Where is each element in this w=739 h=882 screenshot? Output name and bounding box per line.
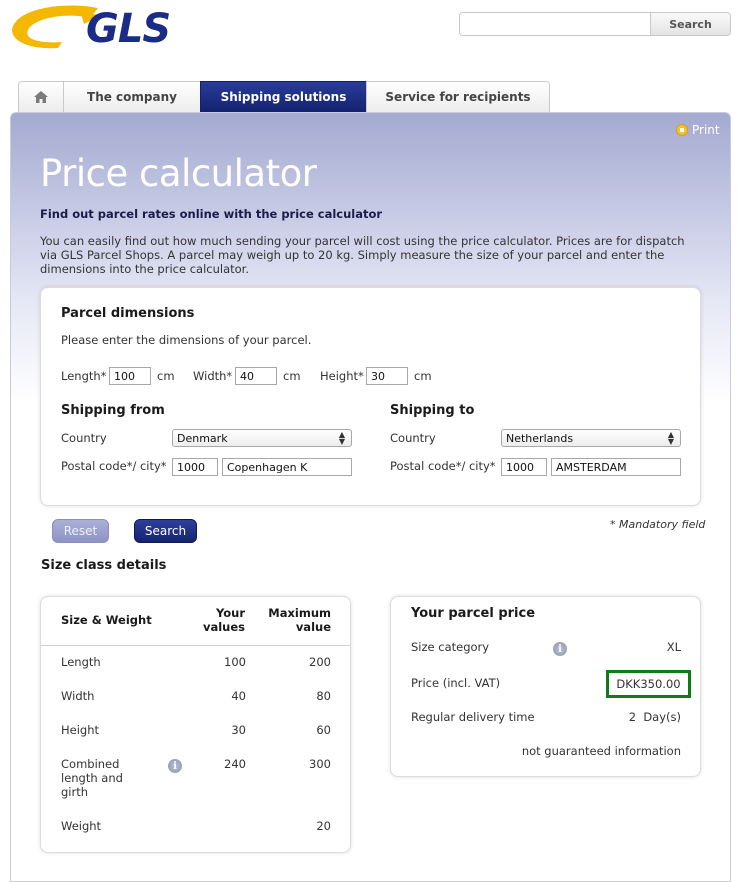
combined-line2: length and xyxy=(61,771,123,785)
intro-text: You can easily find out how much sending… xyxy=(40,234,685,276)
shipping-from-heading: Shipping from xyxy=(61,403,165,418)
row-width-max: 80 xyxy=(316,689,331,703)
site-search: Search xyxy=(459,12,731,36)
row-combined-value: 240 xyxy=(224,757,246,771)
gls-logo-text: GLS xyxy=(86,6,171,52)
size-category-value: XL xyxy=(666,640,681,654)
header-max-line2: value xyxy=(295,620,331,634)
to-postal-input[interactable]: 1000 xyxy=(501,458,547,476)
from-postal-label: Postal code*/ city* xyxy=(61,459,167,473)
table-header-your-values: Your values xyxy=(195,606,245,634)
print-link[interactable]: Print xyxy=(676,123,720,137)
nav-shipping-solutions[interactable]: Shipping solutions xyxy=(200,81,367,112)
print-label: Print xyxy=(692,123,720,137)
not-guaranteed-note: not guaranteed information xyxy=(521,744,681,758)
from-postal-input[interactable]: 1000 xyxy=(172,458,218,476)
to-country-label: Country xyxy=(390,431,436,445)
price-value: DKK350.00 xyxy=(616,677,681,691)
width-input[interactable]: 40 xyxy=(235,367,277,385)
select-arrows-icon: ▲ ▼ xyxy=(338,430,345,446)
info-icon[interactable]: i xyxy=(553,642,567,656)
price-value-highlight: DKK350.00 xyxy=(606,670,691,698)
reset-button[interactable]: Reset xyxy=(52,519,109,543)
from-country-value: Denmark xyxy=(177,432,228,445)
page-subtitle: Find out parcel rates online with the pr… xyxy=(40,207,383,221)
row-length-label: Length xyxy=(61,655,101,669)
from-country-label: Country xyxy=(61,431,107,445)
printer-icon xyxy=(676,124,688,136)
height-unit: cm xyxy=(414,369,432,383)
nav-home[interactable] xyxy=(18,81,64,112)
calculate-search-button[interactable]: Search xyxy=(134,519,197,543)
row-length-max: 200 xyxy=(309,655,331,669)
select-arrows-icon: ▲ ▼ xyxy=(667,430,674,446)
row-width-label: Width xyxy=(61,689,95,703)
height-label: Height* xyxy=(320,369,364,383)
to-country-value: Netherlands xyxy=(506,432,574,445)
from-country-select[interactable]: Denmark ▲ ▼ xyxy=(172,429,352,447)
size-category-label: Size category xyxy=(411,640,490,654)
delivery-time-value: 2 Day(s) xyxy=(628,710,681,724)
length-label: Length* xyxy=(61,369,107,383)
table-header-size-weight: Size & Weight xyxy=(61,613,152,627)
table-divider xyxy=(41,645,350,646)
row-height-label: Height xyxy=(61,723,100,737)
home-icon xyxy=(34,91,48,103)
mandatory-note: * Mandatory field xyxy=(610,518,706,531)
row-weight-max: 20 xyxy=(316,819,331,833)
search-button[interactable]: Search xyxy=(650,13,730,35)
nav-service-for-recipients[interactable]: Service for recipients xyxy=(366,81,550,112)
length-unit: cm xyxy=(157,369,175,383)
price-label: Price (incl. VAT) xyxy=(411,676,501,690)
main-nav: The company Shipping solutions Service f… xyxy=(18,81,550,112)
height-input[interactable]: 30 xyxy=(366,367,408,385)
header-your-line1: Your xyxy=(215,606,245,620)
to-country-select[interactable]: Netherlands ▲ ▼ xyxy=(501,429,681,447)
row-height-value: 30 xyxy=(231,723,246,737)
table-header-maximum-value: Maximum value xyxy=(262,606,331,634)
info-icon[interactable]: i xyxy=(168,759,182,773)
row-combined-label: Combined length and girth xyxy=(61,757,123,799)
to-postal-label: Postal code*/ city* xyxy=(390,459,496,473)
width-unit: cm xyxy=(283,369,301,383)
from-city-input[interactable]: Copenhagen K xyxy=(222,458,352,476)
length-input[interactable]: 100 xyxy=(109,367,151,385)
row-weight-label: Weight xyxy=(61,819,102,833)
width-label: Width* xyxy=(193,369,233,383)
to-city-input[interactable]: AMSTERDAM xyxy=(551,458,681,476)
header-your-line2: values xyxy=(202,620,245,634)
dimensions-instruction: Please enter the dimensions of your parc… xyxy=(61,333,312,347)
combined-line1: Combined xyxy=(61,757,120,771)
row-length-value: 100 xyxy=(224,655,246,669)
row-height-max: 60 xyxy=(316,723,331,737)
page-title: Price calculator xyxy=(40,152,317,195)
parcel-price-heading: Your parcel price xyxy=(411,606,536,621)
parcel-dimensions-heading: Parcel dimensions xyxy=(61,306,195,321)
search-input[interactable] xyxy=(460,13,650,35)
row-combined-max: 300 xyxy=(309,757,331,771)
delivery-time-label: Regular delivery time xyxy=(411,710,535,724)
header-max-line1: Maximum xyxy=(268,606,331,620)
combined-line3: girth xyxy=(61,785,89,799)
shipping-to-heading: Shipping to xyxy=(390,403,475,418)
gls-logo[interactable]: GLS xyxy=(10,4,185,52)
size-class-title: Size class details xyxy=(41,558,167,573)
row-width-value: 40 xyxy=(231,689,246,703)
nav-the-company[interactable]: The company xyxy=(63,81,201,112)
